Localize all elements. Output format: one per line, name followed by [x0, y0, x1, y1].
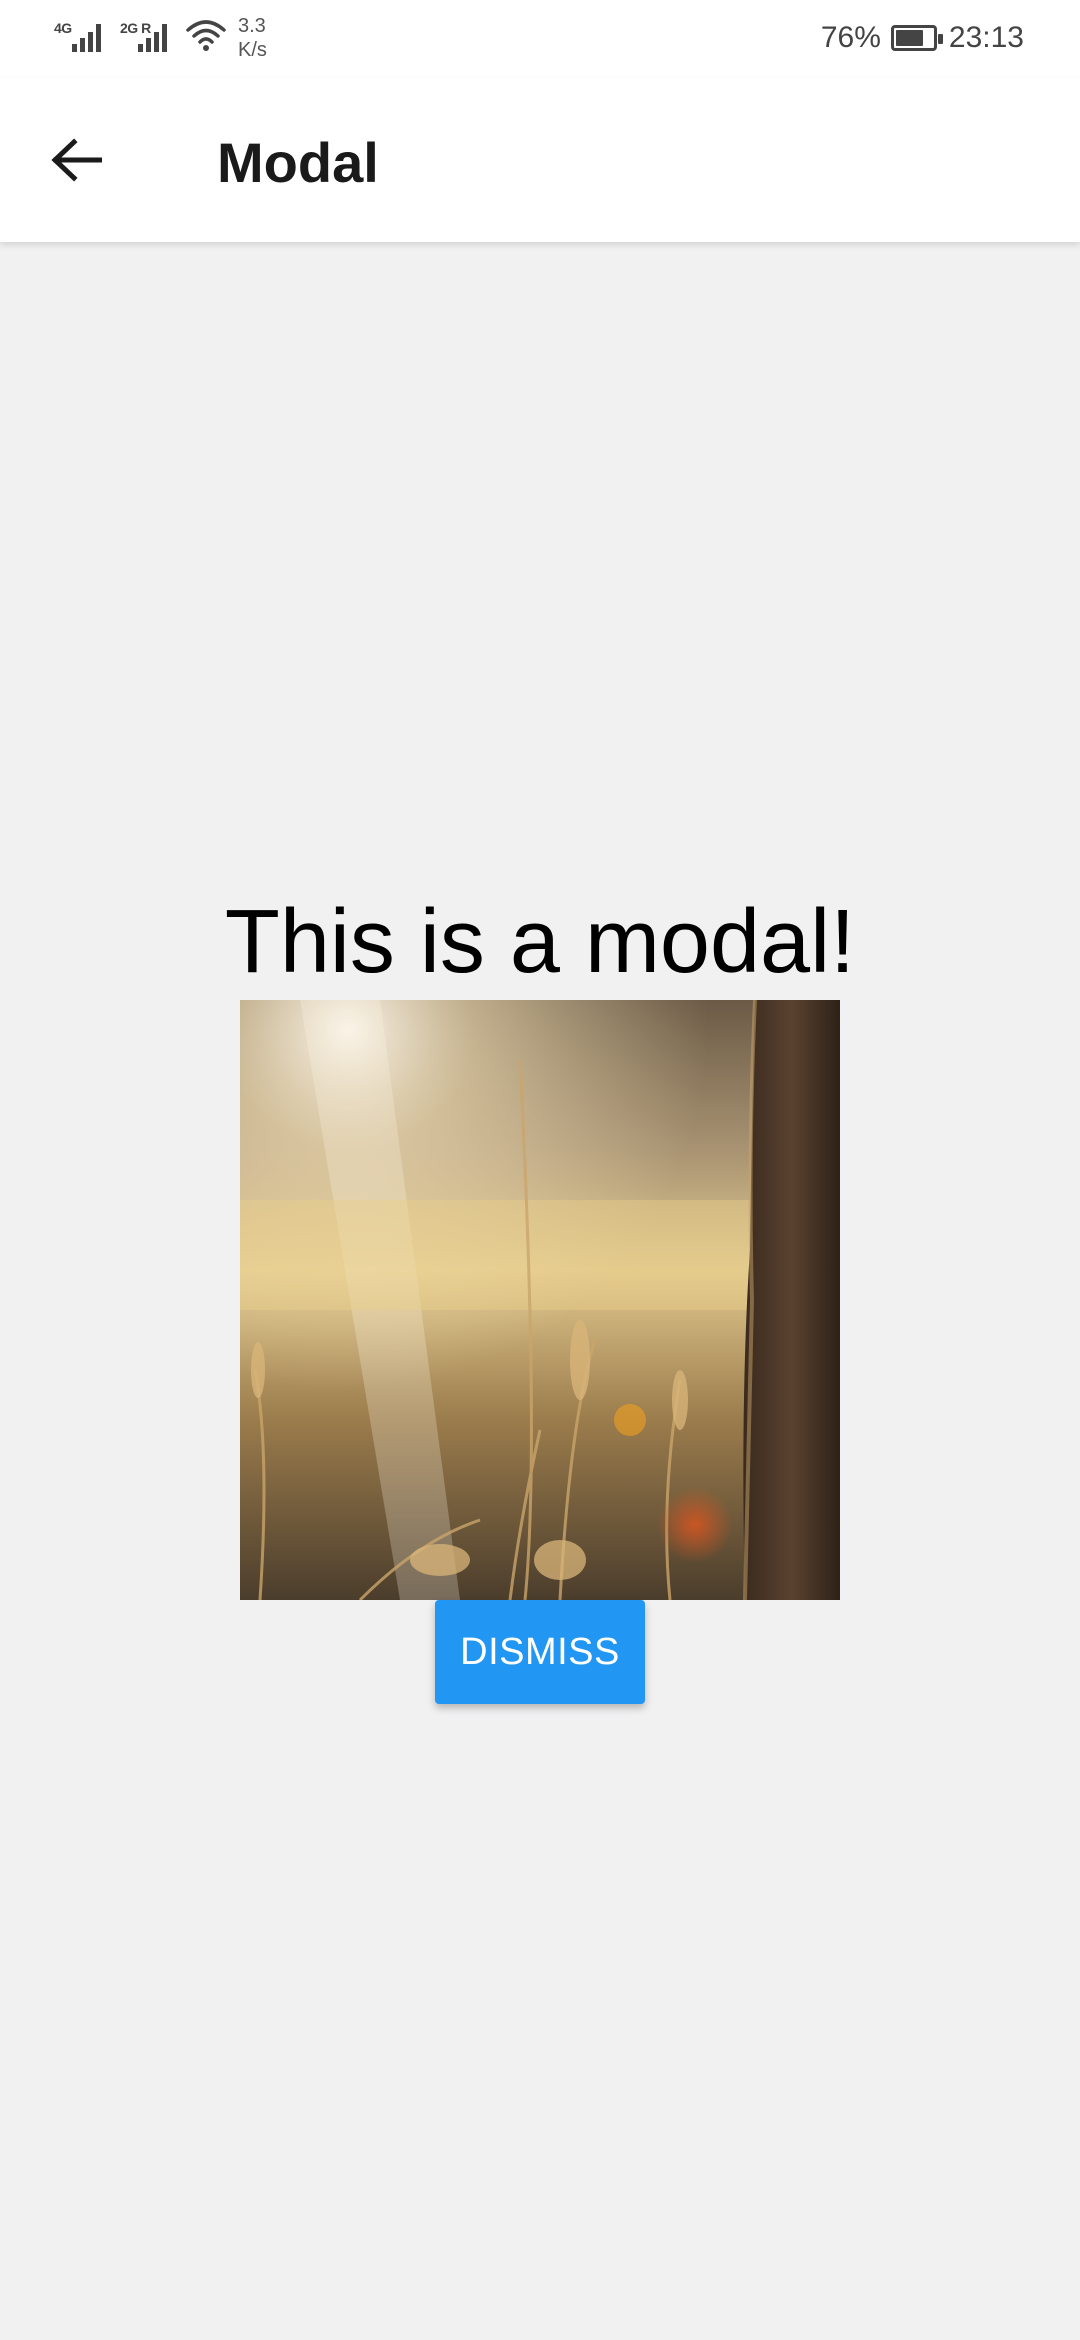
battery-percent: 76% [820, 21, 881, 54]
status-bar: 4G 2G R 3.3 K/s 76% 23:13 [0, 0, 1080, 78]
dismiss-button[interactable]: DISMISS [435, 1600, 645, 1704]
network-indicator-1: 4G [54, 14, 110, 58]
app-bar: Modal [0, 78, 1080, 242]
network-speed: 3.3 K/s [238, 14, 267, 62]
clock: 23:13 [948, 21, 1024, 54]
arrow-left-icon [51, 138, 102, 182]
battery-icon [890, 25, 943, 51]
status-right: 76% 23:13 [821, 18, 1024, 58]
back-button[interactable] [36, 120, 116, 200]
page-title: Modal [217, 131, 379, 194]
modal-image [240, 1000, 840, 1600]
status-left: 4G 2G R 3.3 K/s [54, 14, 267, 64]
battery-nub [937, 34, 943, 44]
network-speed-unit: K/s [238, 39, 267, 61]
signal-icon [138, 24, 167, 52]
network-speed-value: 3.3 [238, 15, 266, 37]
modal-heading: This is a modal! [224, 892, 856, 992]
photo-icon [240, 1000, 840, 1600]
network-type-label: 4G [54, 20, 72, 36]
battery-fill [895, 30, 923, 46]
signal-icon [72, 24, 101, 52]
network-indicator-2: 2G R [120, 14, 176, 58]
wifi-icon [186, 20, 226, 51]
